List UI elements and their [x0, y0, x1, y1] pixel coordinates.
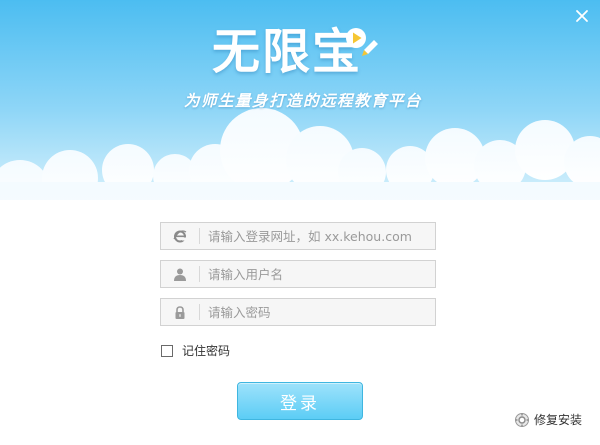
password-input[interactable] — [200, 299, 435, 325]
login-button[interactable]: 登录 — [237, 382, 363, 420]
url-input[interactable] — [200, 223, 435, 249]
wrench-gear-icon — [515, 412, 529, 427]
logo-text: 无限宝 — [212, 24, 363, 80]
user-icon — [161, 261, 199, 287]
app-logo: 无限宝 — [212, 20, 392, 84]
lock-icon — [161, 299, 199, 325]
repair-install-link[interactable]: 修复安装 — [514, 411, 582, 428]
remember-password[interactable]: 记住密码 — [161, 342, 230, 359]
username-input[interactable] — [200, 261, 435, 287]
remember-label: 记住密码 — [182, 344, 231, 358]
password-field[interactable] — [160, 298, 436, 326]
url-field[interactable] — [160, 222, 436, 250]
browser-e-icon — [161, 223, 199, 249]
play-pencil-icon — [346, 28, 378, 56]
repair-install-label: 修复安装 — [534, 413, 583, 427]
remember-checkbox[interactable] — [161, 344, 173, 357]
close-icon — [576, 10, 588, 22]
username-field[interactable] — [160, 260, 436, 288]
close-button[interactable] — [570, 4, 594, 28]
login-window: 无限宝 为师生量身打造的远程教育平台 请输入登录网址，如 xx.kehou.co… — [0, 0, 600, 445]
slogan: 为师生量身打造的远程教育平台 — [183, 91, 422, 110]
